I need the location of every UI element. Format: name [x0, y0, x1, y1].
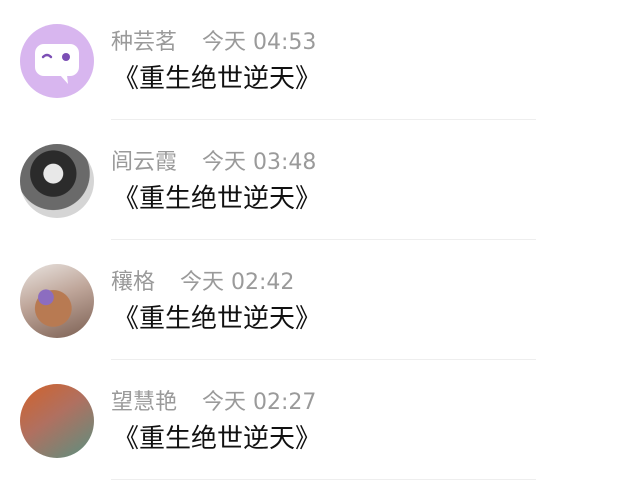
sender-name: 望慧艳 — [111, 390, 178, 415]
message-header: 穰格 今天 02:42 — [111, 268, 294, 298]
sender-name: 种芸茗 — [111, 30, 178, 55]
message-text: 《重生绝世逆天》 — [113, 64, 322, 94]
message-header: 望慧艳 今天 02:27 — [111, 388, 316, 418]
avatar[interactable] — [20, 144, 94, 218]
message-list: 种芸茗 今天 04:53 《重生绝世逆天》 闾云霞 今天 03:48 《重生绝世… — [0, 0, 640, 484]
avatar[interactable] — [20, 384, 94, 458]
timestamp: 今天 03:48 — [202, 150, 317, 175]
list-item[interactable]: 望慧艳 今天 02:27 《重生绝世逆天》 — [0, 360, 640, 480]
message-header: 闾云霞 今天 03:48 — [111, 148, 316, 178]
timestamp: 今天 02:27 — [202, 390, 317, 415]
message-text: 《重生绝世逆天》 — [113, 184, 322, 214]
timestamp: 今天 02:42 — [180, 270, 295, 295]
message-text: 《重生绝世逆天》 — [113, 304, 322, 334]
list-item[interactable]: 穰格 今天 02:42 《重生绝世逆天》 — [0, 240, 640, 360]
list-item[interactable]: 闾云霞 今天 03:48 《重生绝世逆天》 — [0, 120, 640, 240]
message-text: 《重生绝世逆天》 — [113, 424, 322, 454]
sender-name: 闾云霞 — [111, 150, 178, 175]
chat-bubble-icon — [35, 44, 79, 84]
list-item[interactable]: 种芸茗 今天 04:53 《重生绝世逆天》 — [0, 0, 640, 120]
divider — [111, 479, 536, 480]
avatar[interactable] — [20, 264, 94, 338]
avatar[interactable] — [20, 24, 94, 98]
timestamp: 今天 04:53 — [202, 30, 317, 55]
sender-name: 穰格 — [111, 270, 156, 295]
message-header: 种芸茗 今天 04:53 — [111, 28, 316, 58]
